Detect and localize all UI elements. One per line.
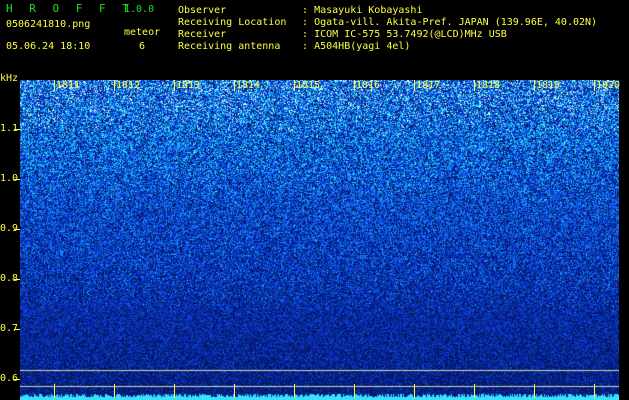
y-tick-mark [14,379,20,380]
x-tick-label: 1817 [416,80,441,91]
y-tick-mark [14,229,20,230]
x-tick-label: 1820 [596,80,621,91]
receiver-row: Receiver : ICOM IC-575 53.7492(@LCD)MHz … [178,29,507,40]
x-tick-mark-bottom [54,384,55,398]
spectrogram-heatmap [20,80,619,400]
x-tick-label: 1813 [176,80,201,91]
location-row: Receiving Location : Ogata-vill. Akita-P… [178,17,597,28]
x-tick-label: 1814 [236,80,261,91]
x-tick-mark-bottom [474,384,475,398]
x-tick-mark [294,80,295,91]
x-tick-mark [54,80,55,91]
app-version: 1.0.0 [124,4,155,15]
x-tick-mark-bottom [594,384,595,398]
x-tick-label: 1819 [536,80,561,91]
x-tick-label: 1811 [56,80,81,91]
x-tick-mark [534,80,535,91]
x-tick-mark [474,80,475,91]
x-tick-label: 1815 [296,80,321,91]
antenna-value: A504HB(yagi 4el) [314,41,411,52]
meteor-count-label: meteor [124,27,161,38]
antenna-key: Receiving antenna [178,41,281,52]
x-tick-mark [594,80,595,91]
x-tick-label: 1812 [116,80,141,91]
x-tick-mark-bottom [294,384,295,398]
location-key: Receiving Location [178,17,287,28]
y-tick-mark [14,279,20,280]
y-axis-unit: kHz [0,73,19,84]
meteor-count-value: 6 [139,41,146,52]
x-tick-label: 1818 [476,80,501,91]
receiver-sep: : [302,29,309,40]
antenna-row: Receiving antenna : A504HB(yagi 4el) [178,41,410,52]
observer-key: Observer [178,5,227,16]
observer-value: Masayuki Kobayashi [314,5,423,16]
observer-row: Observer : Masayuki Kobayashi [178,5,422,16]
datetime: 05.06.24 18:10 [6,41,91,52]
x-tick-mark-bottom [234,384,235,398]
y-tick-mark [14,179,20,180]
x-tick-mark-bottom [534,384,535,398]
x-tick-label: 1816 [356,80,381,91]
x-tick-mark [174,80,175,91]
x-tick-mark [354,80,355,91]
filename: 0506241810.png [6,19,91,30]
observer-sep: : [302,5,309,16]
x-tick-mark-bottom [114,384,115,398]
x-tick-mark [414,80,415,91]
antenna-sep: : [302,41,309,52]
receiver-key: Receiver [178,29,227,40]
x-tick-mark-bottom [354,384,355,398]
y-tick-mark [14,129,20,130]
app-title: H R O F F T [6,2,134,15]
x-tick-mark-bottom [414,384,415,398]
y-tick-mark [14,329,20,330]
x-tick-mark-bottom [174,384,175,398]
location-value: Ogata-vill. Akita-Pref. JAPAN (139.96E, … [314,17,598,28]
location-sep: : [302,17,309,28]
x-tick-mark [234,80,235,91]
x-tick-mark [114,80,115,91]
receiver-value: ICOM IC-575 53.7492(@LCD)MHz USB [314,29,507,40]
